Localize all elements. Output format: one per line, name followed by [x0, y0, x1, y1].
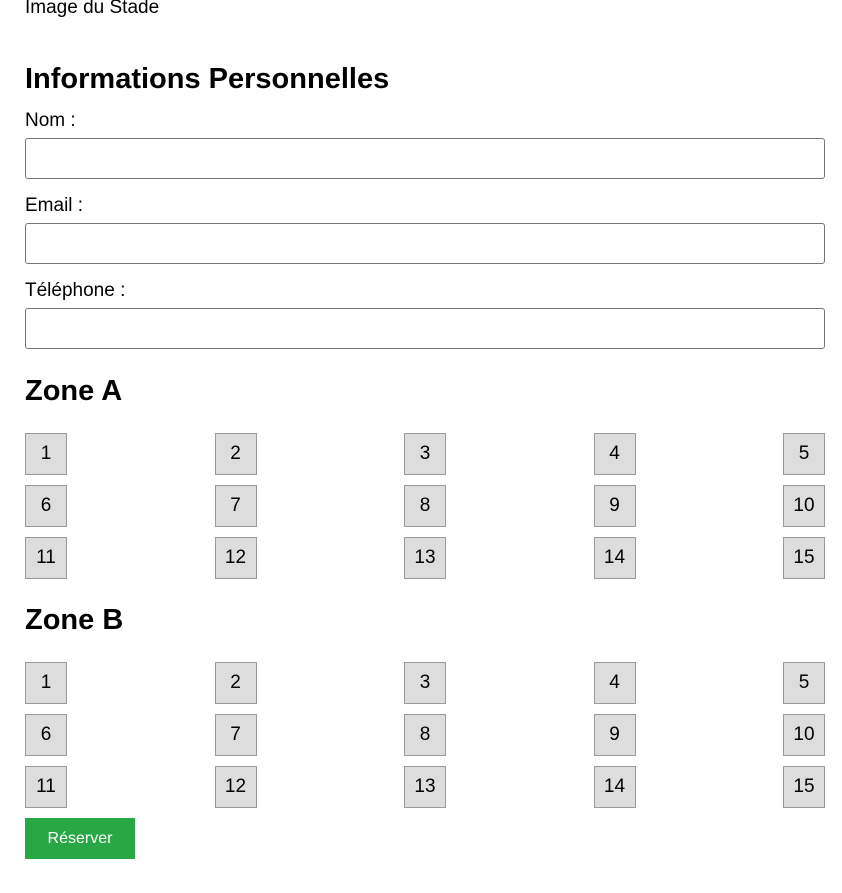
zone-b-seat-grid: 1 2 3 4 5 6 7 8 9 10 11 12 13 14 15 [25, 662, 825, 808]
zone-b-seat-4[interactable]: 4 [593, 662, 636, 704]
name-input[interactable] [25, 138, 825, 179]
zone-b-seat-15[interactable]: 15 [783, 766, 825, 808]
zone-b-seat-6[interactable]: 6 [25, 714, 67, 756]
phone-label: Téléphone : [25, 280, 126, 301]
zone-a-seat-8[interactable]: 8 [404, 485, 446, 527]
zone-a-seat-14[interactable]: 14 [593, 537, 636, 579]
zone-a-seat-11[interactable]: 11 [25, 537, 67, 579]
zone-b-seat-7[interactable]: 7 [214, 714, 257, 756]
phone-field-group: Téléphone : [25, 280, 825, 349]
name-field-group: Nom : [25, 110, 825, 179]
reserve-button[interactable]: Réserver [25, 818, 135, 859]
zone-b-title: Zone B [25, 604, 124, 636]
zone-b-seat-5[interactable]: 5 [783, 662, 825, 704]
stadium-image: Image du Stade [25, 0, 825, 18]
zone-a-seat-7[interactable]: 7 [214, 485, 257, 527]
zone-a-seat-grid: 1 2 3 4 5 6 7 8 9 10 11 12 13 14 15 [25, 433, 825, 579]
zone-a-seat-9[interactable]: 9 [593, 485, 636, 527]
zone-a-seat-13[interactable]: 13 [404, 537, 446, 579]
zone-b-seat-2[interactable]: 2 [214, 662, 257, 704]
reservation-page: Image du Stade Informations Personnelles… [25, 0, 825, 859]
phone-input[interactable] [25, 308, 825, 349]
email-input[interactable] [25, 223, 825, 264]
zone-a-seat-12[interactable]: 12 [214, 537, 257, 579]
stadium-image-alt-text: Image du Stade [25, 0, 160, 18]
name-label: Nom : [25, 110, 76, 131]
zone-a-seat-6[interactable]: 6 [25, 485, 67, 527]
zone-a-title: Zone A [25, 375, 123, 407]
zone-b-seat-12[interactable]: 12 [214, 766, 257, 808]
zone-b-seat-11[interactable]: 11 [25, 766, 67, 808]
email-label: Email : [25, 195, 84, 216]
zone-b-seat-3[interactable]: 3 [404, 662, 446, 704]
zone-a-seat-10[interactable]: 10 [783, 485, 825, 527]
zone-a-seat-3[interactable]: 3 [404, 433, 446, 475]
zone-b-seat-13[interactable]: 13 [404, 766, 446, 808]
email-field-group: Email : [25, 195, 825, 264]
personal-info-form: Nom : Email : Téléphone : [25, 110, 825, 349]
zone-a-seat-5[interactable]: 5 [783, 433, 825, 475]
personal-info-title: Informations Personnelles [25, 63, 390, 95]
zone-a-seat-15[interactable]: 15 [783, 537, 825, 579]
zone-b-seat-14[interactable]: 14 [593, 766, 636, 808]
zone-b-seat-8[interactable]: 8 [404, 714, 446, 756]
zone-b-seat-1[interactable]: 1 [25, 662, 67, 704]
zone-a-seat-4[interactable]: 4 [593, 433, 636, 475]
zone-a-seat-1[interactable]: 1 [25, 433, 67, 475]
zone-b-seat-9[interactable]: 9 [593, 714, 636, 756]
zone-b-seat-10[interactable]: 10 [783, 714, 825, 756]
zone-a-seat-2[interactable]: 2 [214, 433, 257, 475]
